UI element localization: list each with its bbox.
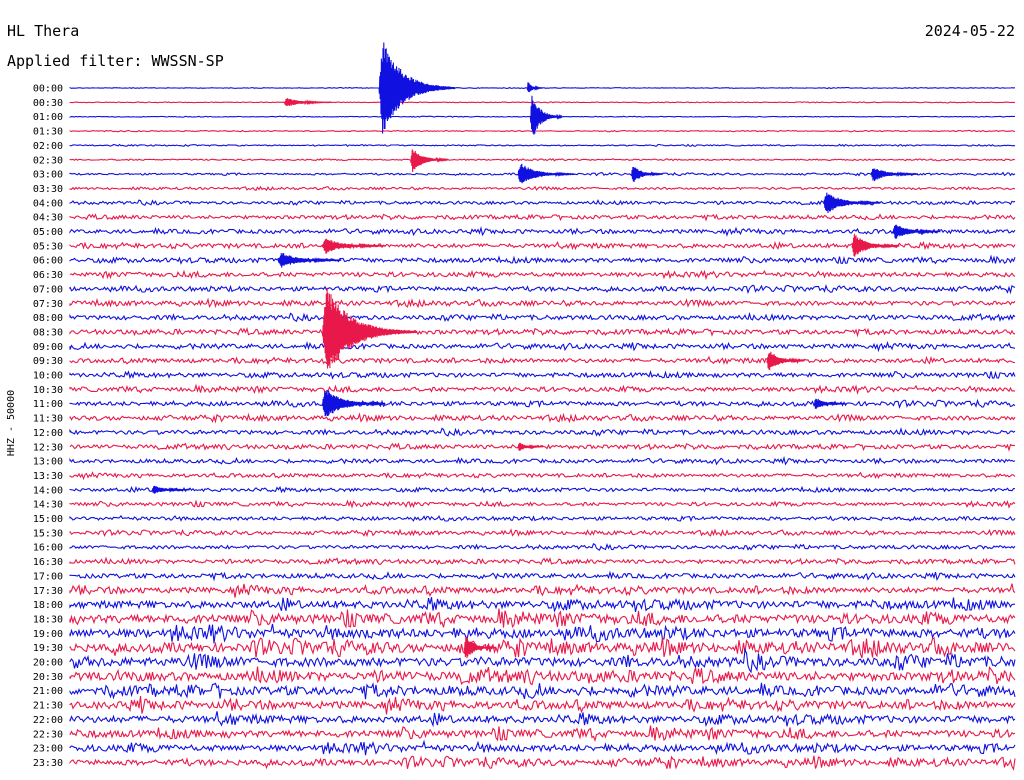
row-time-label: 13:00 <box>33 457 63 468</box>
row-time-label: 20:30 <box>33 672 63 683</box>
row-time-label: 05:00 <box>33 227 63 238</box>
row-time-label: 01:30 <box>33 127 63 138</box>
row-time-label: 06:00 <box>33 256 63 267</box>
row-time-label: 17:30 <box>33 586 63 597</box>
row-time-label: 05:30 <box>33 241 63 252</box>
row-time-label: 20:00 <box>33 658 63 669</box>
row-time-label: 10:00 <box>33 371 63 382</box>
row-time-label: 11:00 <box>33 399 63 410</box>
row-time-label: 04:00 <box>33 198 63 209</box>
row-time-label: 18:00 <box>33 600 63 611</box>
row-time-label: 16:30 <box>33 557 63 568</box>
filter-subtitle: Applied filter: WWSSN-SP <box>7 52 224 70</box>
row-time-label: 14:30 <box>33 500 63 511</box>
row-time-label: 12:30 <box>33 442 63 453</box>
row-time-label: 11:30 <box>33 414 63 425</box>
date-label: 2024-05-22 <box>925 22 1015 40</box>
row-time-label: 08:00 <box>33 313 63 324</box>
helicorder-chart: HL Thera Applied filter: WWSSN-SP 2024-0… <box>0 0 1024 780</box>
row-time-label: 21:00 <box>33 686 63 697</box>
row-time-label: 01:00 <box>33 112 63 123</box>
row-time-label: 09:00 <box>33 342 63 353</box>
row-time-label: 04:30 <box>33 213 63 224</box>
row-time-label: 08:30 <box>33 327 63 338</box>
row-time-label: 06:30 <box>33 270 63 281</box>
row-time-label: 14:00 <box>33 485 63 496</box>
row-time-label: 03:30 <box>33 184 63 195</box>
row-time-label: 23:00 <box>33 744 63 755</box>
row-time-label: 15:00 <box>33 514 63 525</box>
row-time-label: 03:00 <box>33 170 63 181</box>
row-time-label: 02:30 <box>33 155 63 166</box>
row-time-label: 12:00 <box>33 428 63 439</box>
row-time-label: 07:30 <box>33 299 63 310</box>
row-time-label: 09:30 <box>33 356 63 367</box>
row-time-label: 19:30 <box>33 643 63 654</box>
row-time-label: 22:30 <box>33 729 63 740</box>
row-time-label: 16:00 <box>33 543 63 554</box>
station-title: HL Thera <box>7 22 79 40</box>
row-time-label: 17:00 <box>33 571 63 582</box>
row-time-label: 00:00 <box>33 84 63 95</box>
row-time-label: 07:00 <box>33 284 63 295</box>
row-time-label: 18:30 <box>33 614 63 625</box>
row-time-label: 22:00 <box>33 715 63 726</box>
row-time-label: 10:30 <box>33 385 63 396</box>
row-time-label: 00:30 <box>33 98 63 109</box>
row-time-label: 19:00 <box>33 629 63 640</box>
y-axis-label: HHZ - 50000 <box>6 390 17 456</box>
row-time-label: 02:00 <box>33 141 63 152</box>
row-time-label: 13:30 <box>33 471 63 482</box>
row-time-label: 15:30 <box>33 528 63 539</box>
row-time-label: 23:30 <box>33 758 63 769</box>
row-time-label: 21:30 <box>33 701 63 712</box>
